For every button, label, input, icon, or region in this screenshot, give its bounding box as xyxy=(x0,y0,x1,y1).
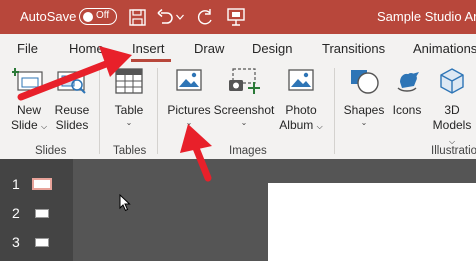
undo-icon[interactable] xyxy=(154,6,176,28)
3d-cube-icon xyxy=(428,66,476,100)
3d-models-label-2: Models xyxy=(432,118,472,132)
tab-design[interactable]: Design xyxy=(252,41,292,56)
tab-animations[interactable]: Animations xyxy=(413,41,476,56)
slide-thumbnail-1[interactable] xyxy=(32,178,52,190)
pictures-label: Pictures xyxy=(167,103,211,117)
new-slide-label-2: Slide xyxy=(10,118,38,132)
group-label-images: Images xyxy=(229,145,267,157)
autosave-label: AutoSave xyxy=(20,9,77,24)
chevron-down-icon: ⌵ xyxy=(316,122,323,131)
pictures-icon xyxy=(165,66,213,100)
new-slide-button[interactable]: New Slide ⌵ xyxy=(8,66,50,134)
toggle-knob xyxy=(83,11,93,22)
redo-icon[interactable] xyxy=(194,6,216,28)
group-separator xyxy=(99,68,100,154)
reuse-slides-label-1: Reuse xyxy=(54,103,90,117)
3d-models-button[interactable]: 3D Models ⌵ xyxy=(428,66,476,149)
document-title: Sample Studio Art xyxy=(377,9,476,24)
screenshot-button[interactable]: Screenshot ⌄ xyxy=(212,66,276,128)
screenshot-icon xyxy=(212,66,276,100)
3d-models-label-1: 3D xyxy=(444,103,460,117)
screenshot-label: Screenshot xyxy=(213,103,275,117)
reuse-slides-icon xyxy=(52,66,92,100)
group-separator xyxy=(334,68,335,154)
chevron-down-icon: ⌄ xyxy=(240,118,248,127)
slide-number-1: 1 xyxy=(12,176,20,192)
tab-home[interactable]: Home xyxy=(69,41,104,56)
undo-dropdown-icon[interactable] xyxy=(174,6,186,28)
tab-insert[interactable]: Insert xyxy=(132,41,165,56)
mouse-cursor-icon xyxy=(119,193,131,217)
chevron-down-icon: ⌄ xyxy=(185,118,193,127)
title-bar: AutoSave Off Sample Studio Art xyxy=(0,0,476,34)
photo-album-label-1: Photo xyxy=(285,103,317,117)
tab-file[interactable]: File xyxy=(17,41,38,56)
group-label-illustrations: Illustratio xyxy=(431,145,476,157)
chevron-down-icon: ⌄ xyxy=(360,118,368,127)
shapes-label: Shapes xyxy=(343,103,385,117)
table-icon xyxy=(107,66,151,100)
pictures-button[interactable]: Pictures ⌄ xyxy=(165,66,213,128)
group-label-slides: Slides xyxy=(35,145,67,157)
tab-draw[interactable]: Draw xyxy=(194,41,224,56)
chevron-down-icon: ⌄ xyxy=(125,118,133,127)
table-label: Table xyxy=(114,103,144,117)
shapes-icon xyxy=(342,66,386,100)
slide-thumbnail-2[interactable] xyxy=(35,209,49,218)
photo-album-label-2: Album xyxy=(279,118,314,132)
new-slide-icon xyxy=(8,66,50,100)
slide-thumbnails-pane: 1 2 3 xyxy=(0,159,73,261)
new-slide-label-1: New xyxy=(16,103,41,117)
reuse-slides-button[interactable]: Reuse Slides xyxy=(52,66,92,133)
group-separator xyxy=(157,68,158,154)
icons-label: Icons xyxy=(392,103,422,117)
ribbon-tabs: File Home Insert Draw Design Transitions… xyxy=(0,34,476,62)
icons-button[interactable]: Icons xyxy=(388,66,426,118)
slide-thumbnail-3[interactable] xyxy=(35,238,49,247)
photo-album-icon xyxy=(276,66,326,100)
table-button[interactable]: Table ⌄ xyxy=(107,66,151,128)
reuse-slides-label-2: Slides xyxy=(55,118,89,132)
icons-icon xyxy=(388,66,426,100)
group-label-tables: Tables xyxy=(113,145,147,157)
current-slide[interactable] xyxy=(268,183,476,261)
slide-number-3: 3 xyxy=(12,234,20,250)
touch-mode-icon[interactable] xyxy=(225,6,247,28)
slide-number-2: 2 xyxy=(12,205,20,221)
autosave-state: Off xyxy=(96,10,110,21)
photo-album-button[interactable]: Photo Album ⌵ xyxy=(276,66,326,134)
tab-transitions[interactable]: Transitions xyxy=(322,41,385,56)
shapes-button[interactable]: Shapes ⌄ xyxy=(342,66,386,128)
autosave-toggle[interactable]: Off xyxy=(79,8,117,25)
save-icon[interactable] xyxy=(126,6,148,28)
ribbon: New Slide ⌵ Reuse Slides Slides Table ⌄ … xyxy=(0,62,476,159)
chevron-down-icon: ⌵ xyxy=(40,122,48,131)
